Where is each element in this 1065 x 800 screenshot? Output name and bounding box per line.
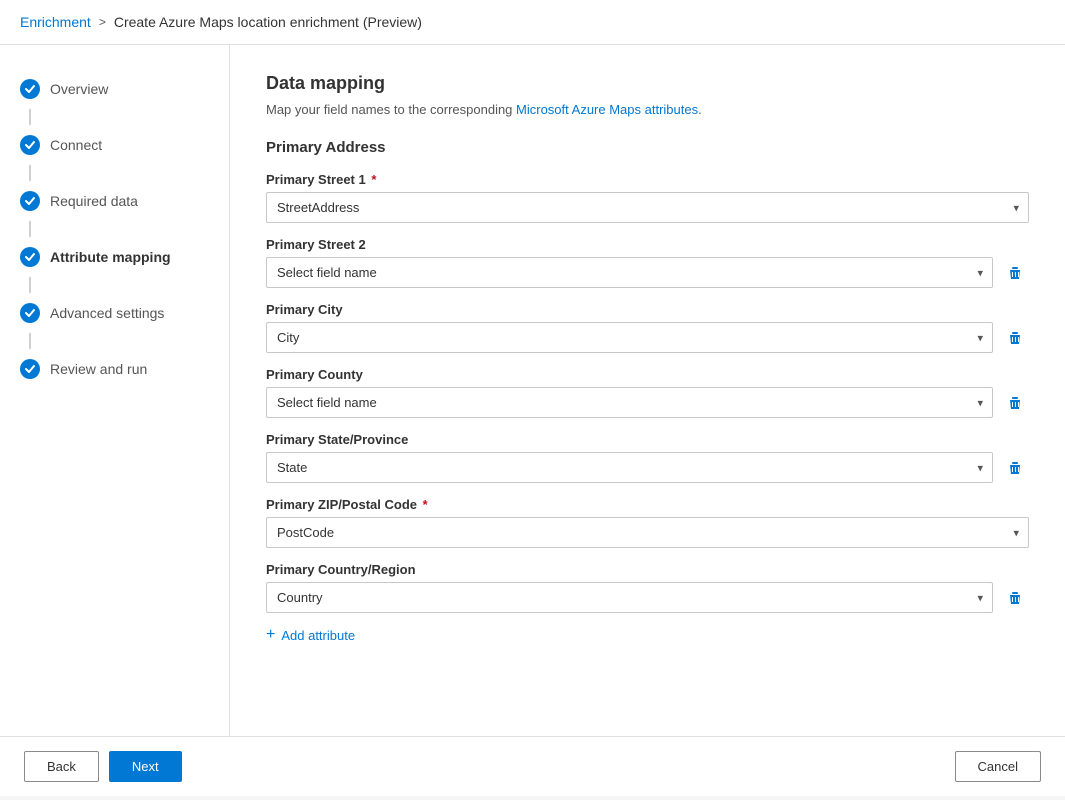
breadcrumb-current: Create Azure Maps location enrichment (P… [114,14,422,30]
select-wrapper-primary-zip: PostCodeSelect field name▾ [266,517,1029,548]
select-wrapper-primary-state: StateSelect field name▾ [266,452,993,483]
field-group-primary-county: Primary County Select field name▾ [266,367,1029,418]
sidebar-label-overview: Overview [50,81,108,97]
section-title: Data mapping [266,73,1029,94]
select-wrapper-primary-county: Select field name▾ [266,387,993,418]
field-label-primary-state: Primary State/Province [266,432,1029,447]
main-content: Data mapping Map your field names to the… [230,45,1065,736]
required-marker-primary-zip: * [419,497,428,512]
select-wrapper-primary-street-1: StreetAddressSelect field name▾ [266,192,1029,223]
field-group-primary-zip: Primary ZIP/Postal Code * PostCodeSelect … [266,497,1029,548]
select-primary-city[interactable]: CitySelect field name [266,322,993,353]
check-icon-advanced-settings [20,303,40,323]
select-primary-street-2[interactable]: Select field name [266,257,993,288]
select-wrapper-primary-country: CountrySelect field name▾ [266,582,993,613]
field-label-primary-zip: Primary ZIP/Postal Code * [266,497,1029,512]
check-icon-review-and-run [20,359,40,379]
check-icon-connect [20,135,40,155]
subsection-title: Primary Address [266,139,1029,156]
next-button[interactable]: Next [109,751,182,782]
desc-text: Map your field names to the correspondin… [266,102,516,117]
sidebar-item-required-data[interactable]: Required data [0,181,229,221]
sidebar-label-review-and-run: Review and run [50,361,147,377]
field-group-primary-street-1: Primary Street 1 * StreetAddressSelect fi… [266,172,1029,223]
add-attribute-label: Add attribute [281,628,355,643]
check-icon-attribute-mapping [20,247,40,267]
field-group-primary-state: Primary State/Province StateSelect field … [266,432,1029,483]
back-button[interactable]: Back [24,751,99,782]
section-description: Map your field names to the correspondin… [266,102,1029,117]
select-wrapper-primary-street-2: Select field name▾ [266,257,993,288]
delete-button-primary-county[interactable] [1001,389,1029,417]
sidebar-label-attribute-mapping: Attribute mapping [50,249,171,265]
breadcrumb-separator: > [99,15,106,29]
header: Enrichment > Create Azure Maps location … [0,0,1065,45]
check-icon-required-data [20,191,40,211]
field-label-primary-city: Primary City [266,302,1029,317]
select-primary-state[interactable]: StateSelect field name [266,452,993,483]
select-primary-zip[interactable]: PostCodeSelect field name [266,517,1029,548]
sidebar-item-attribute-mapping[interactable]: Attribute mapping [0,237,229,277]
field-label-primary-street-1: Primary Street 1 * [266,172,1029,187]
select-primary-street-1[interactable]: StreetAddressSelect field name [266,192,1029,223]
breadcrumb-parent[interactable]: Enrichment [20,14,91,30]
delete-button-primary-state[interactable] [1001,454,1029,482]
sidebar: Overview Connect Required data Attribute ma… [0,45,230,736]
check-icon-overview [20,79,40,99]
field-group-primary-city: Primary City CitySelect field name▾ [266,302,1029,353]
sidebar-item-review-and-run[interactable]: Review and run [0,349,229,389]
delete-button-primary-country[interactable] [1001,584,1029,612]
sidebar-label-connect: Connect [50,137,102,153]
delete-button-primary-city[interactable] [1001,324,1029,352]
select-wrapper-primary-city: CitySelect field name▾ [266,322,993,353]
sidebar-item-overview[interactable]: Overview [0,69,229,109]
sidebar-label-advanced-settings: Advanced settings [50,305,164,321]
plus-icon: + [266,627,275,643]
field-group-primary-country: Primary Country/Region CountrySelect fiel… [266,562,1029,613]
footer: Back Next Cancel [0,736,1065,796]
select-primary-country[interactable]: CountrySelect field name [266,582,993,613]
cancel-button[interactable]: Cancel [955,751,1041,782]
select-primary-county[interactable]: Select field name [266,387,993,418]
add-attribute-button[interactable]: + Add attribute [266,627,1029,643]
desc-end: . [698,102,702,117]
azure-maps-link[interactable]: Microsoft Azure Maps attributes [516,102,698,117]
delete-button-primary-street-2[interactable] [1001,259,1029,287]
required-marker-primary-street-1: * [368,172,377,187]
sidebar-item-connect[interactable]: Connect [0,125,229,165]
field-group-primary-street-2: Primary Street 2 Select field name▾ [266,237,1029,288]
field-label-primary-county: Primary County [266,367,1029,382]
field-label-primary-street-2: Primary Street 2 [266,237,1029,252]
sidebar-label-required-data: Required data [50,193,138,209]
field-label-primary-country: Primary Country/Region [266,562,1029,577]
sidebar-item-advanced-settings[interactable]: Advanced settings [0,293,229,333]
